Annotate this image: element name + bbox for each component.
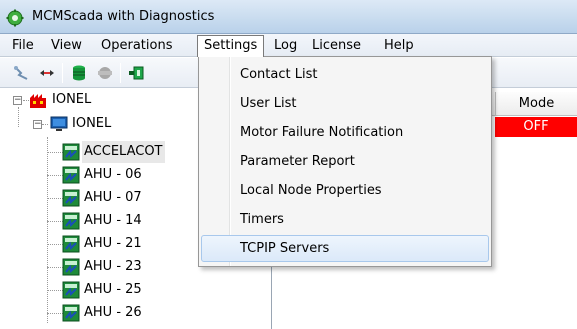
menu-item-local-node-properties[interactable]: Local Node Properties <box>201 177 489 204</box>
tree-node-ahu-26[interactable]: AHU - 26 <box>0 302 270 324</box>
settings-dropdown-menu: Contact List User List Motor Failure Not… <box>198 56 492 267</box>
factory-icon <box>30 94 46 108</box>
database-icon[interactable] <box>68 62 90 84</box>
menu-help[interactable]: Help <box>378 35 420 56</box>
menu-settings[interactable]: Settings <box>197 35 265 57</box>
tree-node-label: AHU - 21 <box>84 236 142 251</box>
unit-icon <box>62 143 80 161</box>
mode-status-cell[interactable]: OFF <box>495 117 577 137</box>
stop-icon[interactable] <box>94 62 116 84</box>
menu-item-contact-list[interactable]: Contact List <box>201 61 489 88</box>
tree-node-label: AHU - 07 <box>84 190 142 205</box>
menu-item-tcpip-servers[interactable]: TCPIP Servers <box>201 235 489 262</box>
monitor-icon <box>50 116 68 131</box>
tree-child-label: IONEL <box>72 116 112 131</box>
menu-item-parameter-report[interactable]: Parameter Report <box>201 148 489 175</box>
tree-node-label: AHU - 26 <box>84 305 142 320</box>
app-gear-icon <box>6 9 24 27</box>
unit-icon <box>62 258 80 276</box>
tree-node-label: AHU - 23 <box>84 259 142 274</box>
disconnect-icon[interactable] <box>10 62 32 84</box>
menu-license[interactable]: License <box>306 35 367 56</box>
collapse-icon[interactable]: − <box>13 96 22 105</box>
menu-log[interactable]: Log <box>268 35 303 56</box>
unit-icon <box>62 166 80 184</box>
unit-icon <box>62 281 80 299</box>
menu-view[interactable]: View <box>45 35 88 56</box>
link-arrows-icon[interactable] <box>36 62 58 84</box>
collapse-icon[interactable]: − <box>33 120 42 129</box>
unit-icon <box>62 189 80 207</box>
tree-node-ahu-25[interactable]: AHU - 25 <box>0 279 270 301</box>
unit-icon <box>62 304 80 322</box>
menu-operations[interactable]: Operations <box>95 35 178 56</box>
menu-item-timers[interactable]: Timers <box>201 206 489 233</box>
unit-icon <box>62 235 80 253</box>
title-bar: MCMScada with Diagnostics <box>0 0 577 34</box>
tree-node-label: AHU - 14 <box>84 213 142 228</box>
tree-node-label: AHU - 06 <box>84 167 142 182</box>
tree-root-label: IONEL <box>52 92 92 107</box>
tree-node-label: AHU - 25 <box>84 282 142 297</box>
connect-plug-icon[interactable] <box>126 62 148 84</box>
unit-icon <box>62 212 80 230</box>
tree-node-label: ACCELACOT <box>82 141 165 163</box>
column-header-mode[interactable]: Mode <box>495 92 577 116</box>
menu-bar: File View Operations Settings Log Licens… <box>0 34 577 57</box>
menu-file[interactable]: File <box>6 35 40 56</box>
menu-item-motor-failure-notification[interactable]: Motor Failure Notification <box>201 119 489 146</box>
window-title: MCMScada with Diagnostics <box>32 9 215 24</box>
menu-item-user-list[interactable]: User List <box>201 90 489 117</box>
